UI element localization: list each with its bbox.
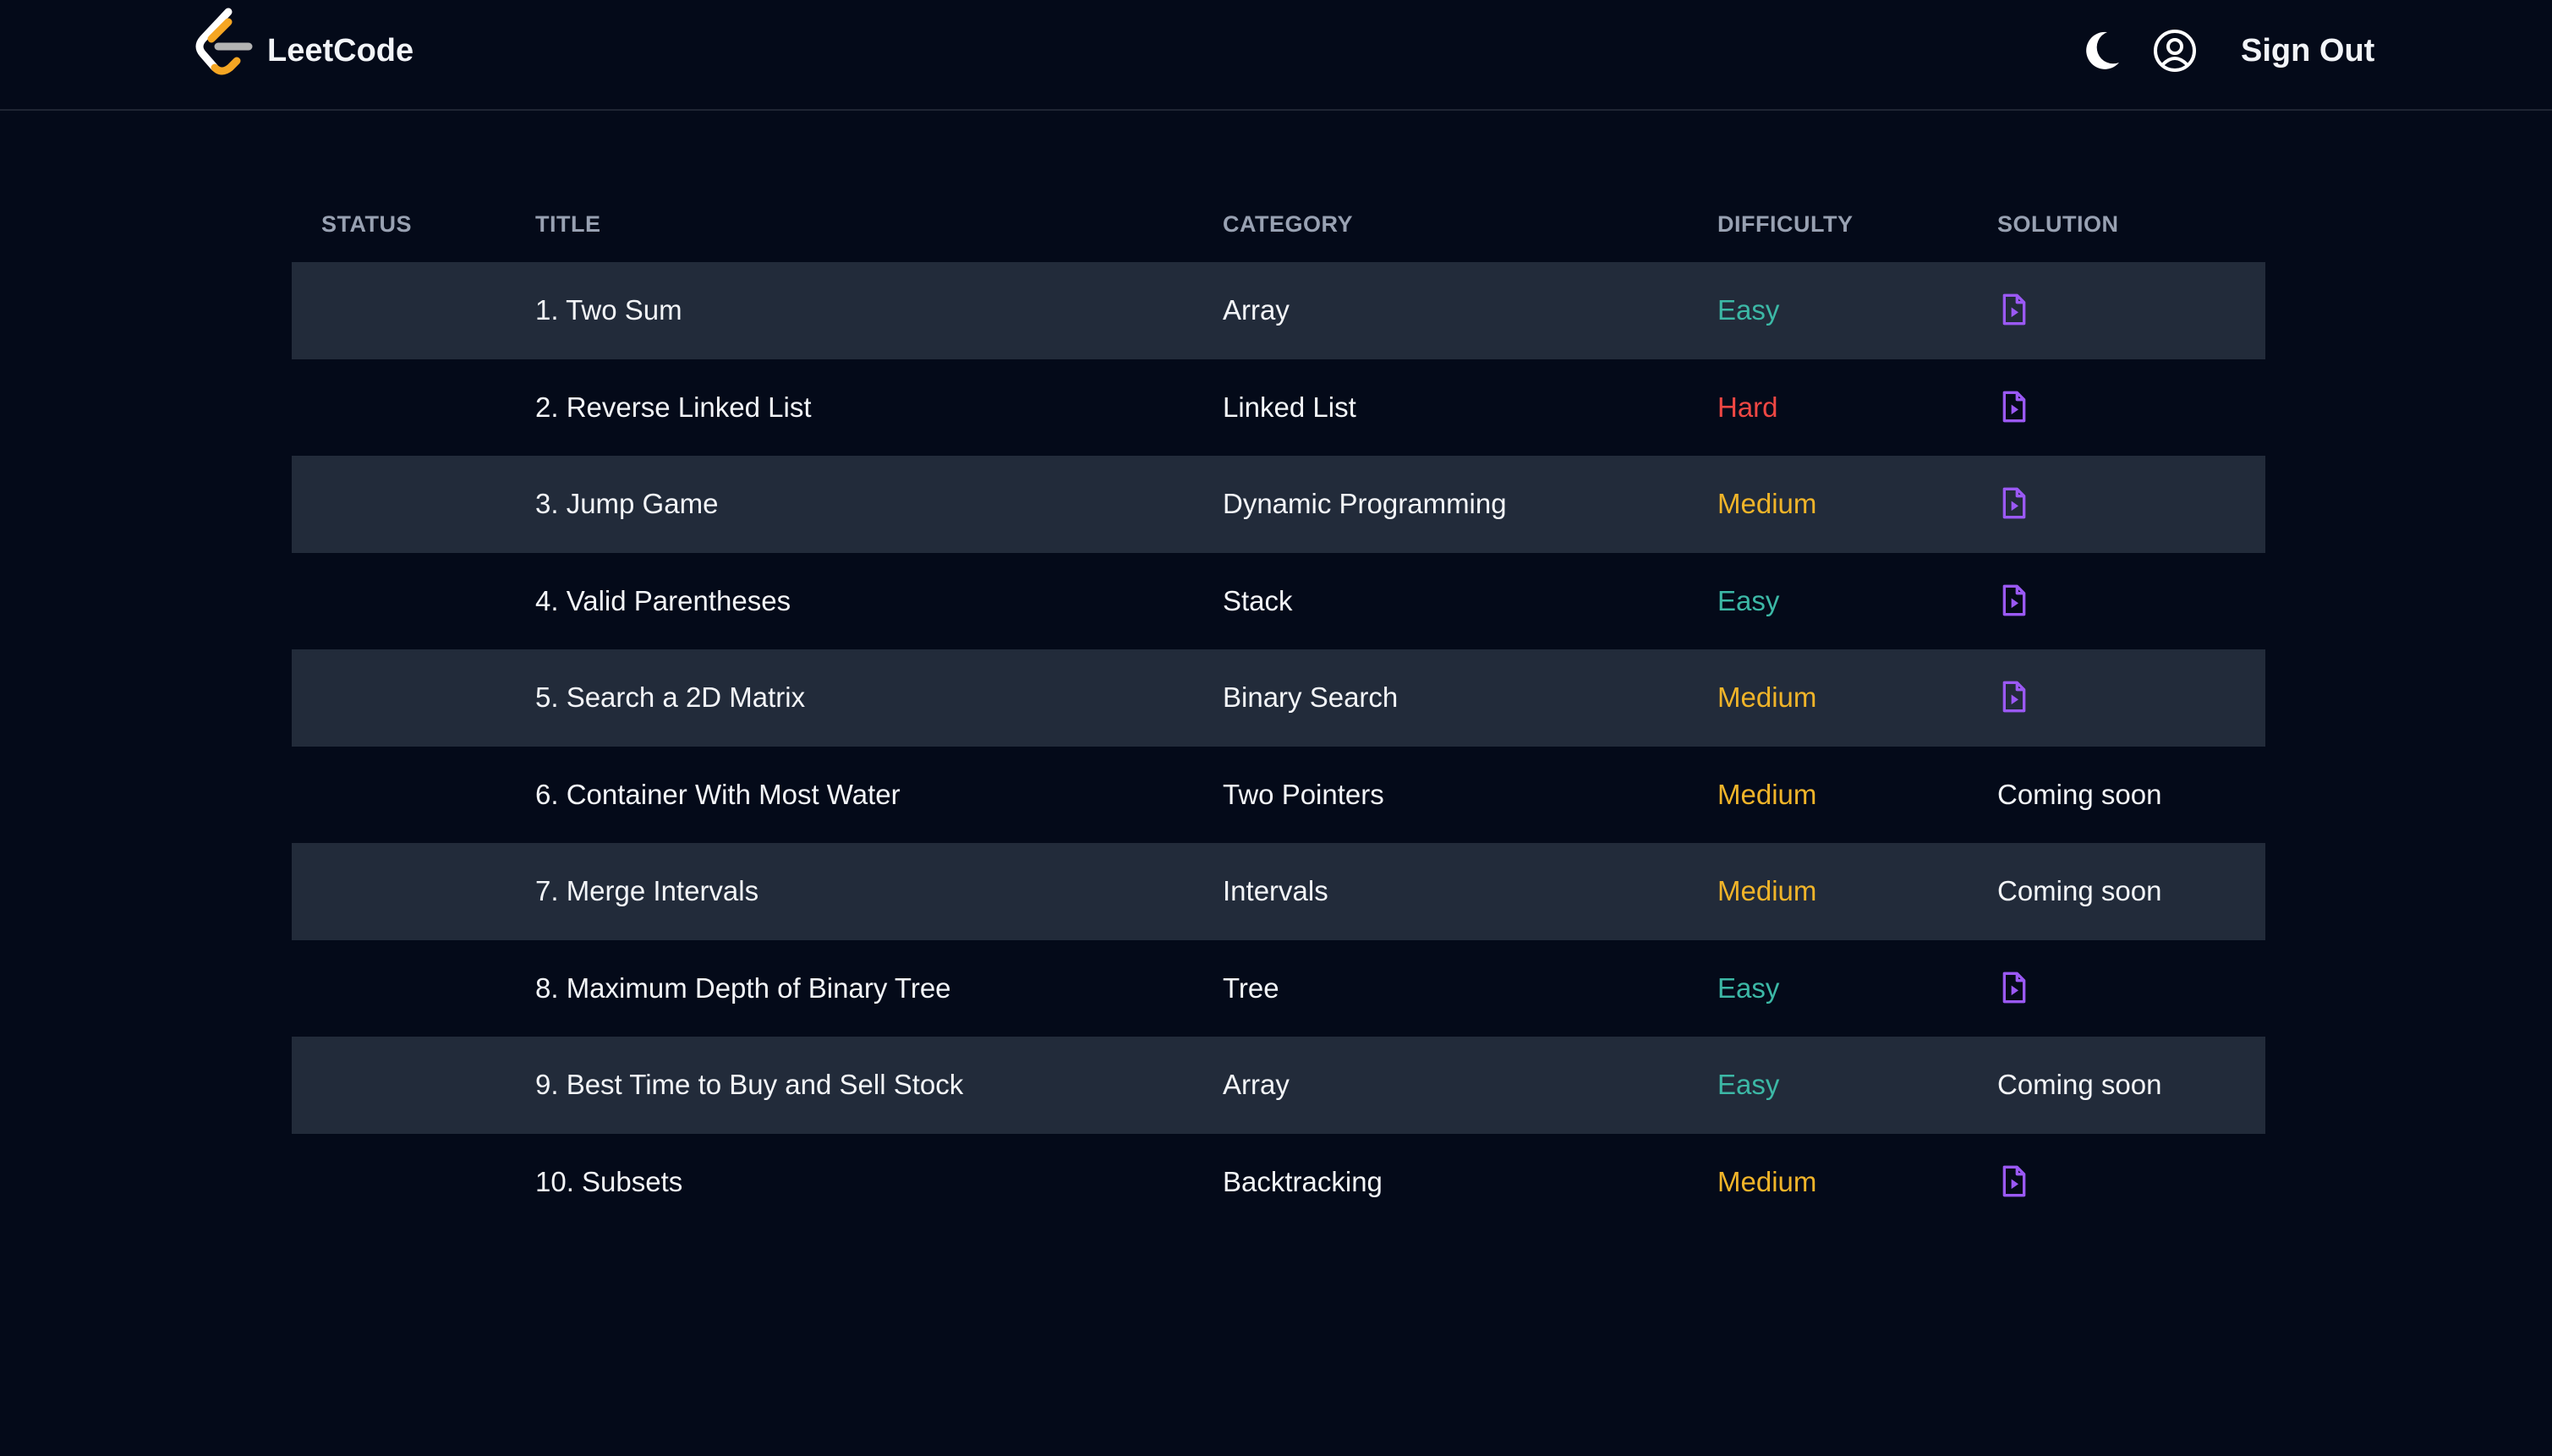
problem-title-link[interactable]: 9. Best Time to Buy and Sell Stock [535, 1037, 963, 1134]
category-cell: Stack [1223, 584, 1293, 616]
column-header-solution: SOLUTION [1997, 211, 2119, 237]
problem-title-link[interactable]: 7. Merge Intervals [535, 843, 758, 940]
video-solution-icon[interactable] [1997, 390, 2031, 424]
table-row: 7. Merge Intervals Intervals Medium Coming … [292, 843, 2265, 940]
problem-title-link[interactable]: 8. Maximum Depth of Binary Tree [535, 940, 951, 1037]
table-header: STATUS TITLE CATEGORY DIFFICULTY SOLUTIO… [292, 183, 2265, 262]
difficulty-cell: Medium [1717, 681, 1817, 713]
solution-cell [1997, 940, 2031, 1037]
difficulty-cell: Easy [1717, 584, 1780, 616]
table-row: 5. Search a 2D Matrix Binary Search Medium [292, 649, 2265, 747]
problem-title-link[interactable]: 6. Container With Most Water [535, 747, 901, 844]
column-header-difficulty: DIFFICULTY [1717, 211, 1854, 237]
table-row: 6. Container With Most Water Two Pointers… [292, 747, 2265, 844]
problem-title-link[interactable]: 2. Reverse Linked List [535, 359, 812, 457]
category-cell: Dynamic Programming [1223, 488, 1507, 519]
table-row: 8. Maximum Depth of Binary Tree Tree Easy [292, 940, 2265, 1037]
column-header-status: STATUS [321, 211, 412, 237]
solution-cell [1997, 359, 2031, 457]
solution-cell [1997, 262, 2031, 359]
difficulty-cell: Medium [1717, 778, 1817, 810]
difficulty-cell: Easy [1717, 1069, 1780, 1100]
category-cell: Two Pointers [1223, 778, 1384, 810]
video-solution-icon[interactable] [1997, 293, 2031, 326]
video-solution-icon[interactable] [1997, 971, 2031, 1004]
difficulty-cell: Medium [1717, 1165, 1817, 1197]
column-header-category: CATEGORY [1223, 211, 1354, 237]
table-row: 10. Subsets Backtracking Medium [292, 1134, 2265, 1231]
category-cell: Backtracking [1223, 1165, 1383, 1197]
solution-coming-soon: Coming soon [1997, 778, 2162, 810]
user-circle-icon[interactable] [2153, 29, 2197, 73]
moon-icon[interactable] [2082, 29, 2122, 73]
video-solution-icon[interactable] [1997, 583, 2031, 617]
category-cell: Linked List [1223, 391, 1356, 423]
table-row: 2. Reverse Linked List Linked List Hard [292, 359, 2265, 457]
column-header-title: TITLE [535, 211, 601, 237]
table-row: 3. Jump Game Dynamic Programming Medium [292, 456, 2265, 553]
difficulty-cell: Hard [1717, 391, 1778, 423]
category-cell: Binary Search [1223, 681, 1399, 713]
table-row: 9. Best Time to Buy and Sell Stock Array E… [292, 1037, 2265, 1134]
category-cell: Array [1223, 1069, 1290, 1100]
difficulty-cell: Medium [1717, 875, 1817, 906]
solution-cell [1997, 649, 2031, 747]
difficulty-cell: Medium [1717, 488, 1817, 519]
sign-out-button[interactable]: Sign Out [2241, 30, 2374, 71]
video-solution-icon[interactable] [1997, 1164, 2031, 1198]
difficulty-cell: Easy [1717, 972, 1780, 1004]
problem-title-link[interactable]: 4. Valid Parentheses [535, 553, 791, 650]
difficulty-cell: Easy [1717, 294, 1780, 326]
category-cell: Tree [1223, 972, 1279, 1004]
solution-coming-soon: Coming soon [1997, 875, 2162, 906]
problem-title-link[interactable]: 5. Search a 2D Matrix [535, 649, 805, 747]
video-solution-icon[interactable] [1997, 680, 2031, 714]
video-solution-icon[interactable] [1997, 486, 2031, 520]
problems-table: STATUS TITLE CATEGORY DIFFICULTY SOLUTIO… [292, 183, 2265, 1230]
table-row: 1. Two Sum Array Easy [292, 262, 2265, 359]
solution-cell [1997, 553, 2031, 650]
problem-title-link[interactable]: 3. Jump Game [535, 456, 718, 553]
problem-title-link[interactable]: 1. Two Sum [535, 262, 682, 359]
table-body: 1. Two Sum Array Easy 2. Reverse Linked Lis… [292, 262, 2265, 1230]
leetcode-logo[interactable] [189, 7, 257, 81]
category-cell: Intervals [1223, 875, 1328, 906]
solution-coming-soon: Coming soon [1997, 1069, 2162, 1100]
table-row: 4. Valid Parentheses Stack Easy [292, 553, 2265, 650]
problem-title-link[interactable]: 10. Subsets [535, 1134, 682, 1231]
solution-cell [1997, 456, 2031, 553]
category-cell: Array [1223, 294, 1290, 326]
brand-name[interactable]: LeetCode [267, 30, 413, 71]
solution-cell [1997, 1134, 2031, 1231]
top-navbar: LeetCode Sign Out [0, 0, 2552, 111]
